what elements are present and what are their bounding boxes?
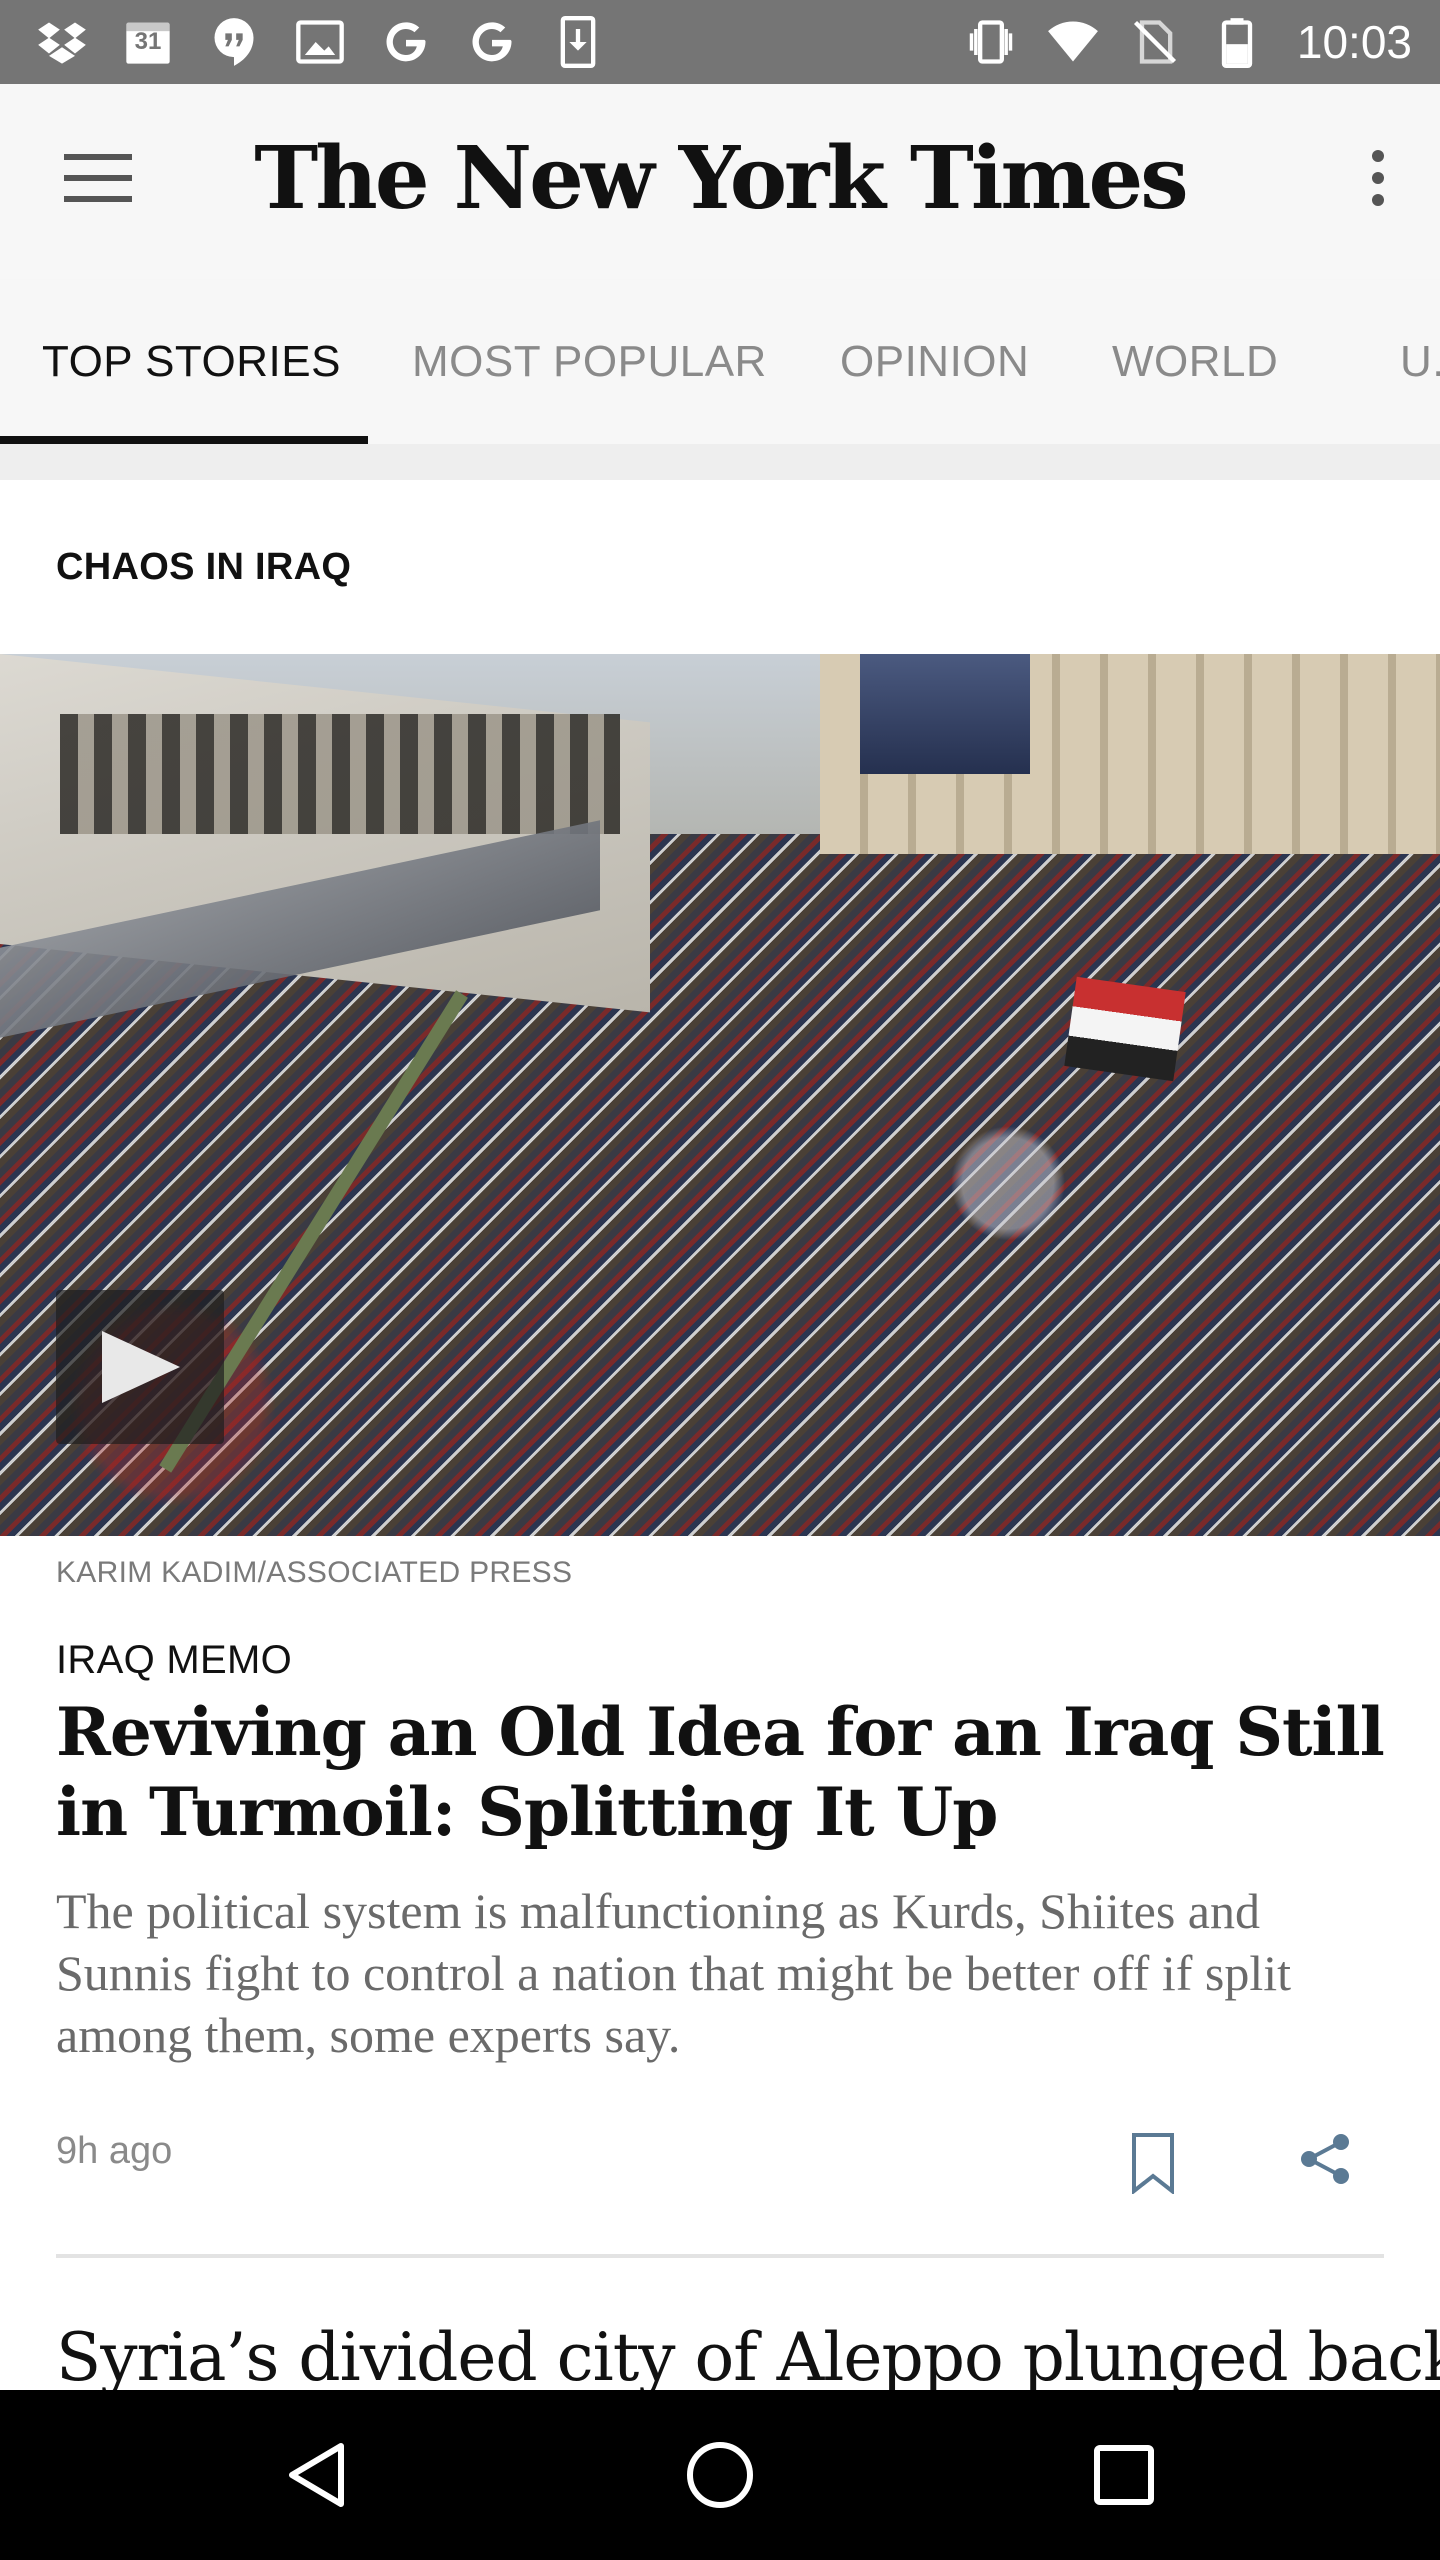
tab-us[interactable]: U. — [1400, 280, 1440, 444]
status-bar: 31 10:03 — [0, 0, 1440, 84]
tab-world[interactable]: WORLD — [1112, 280, 1278, 444]
google-icon — [464, 14, 520, 70]
image-icon — [292, 14, 348, 70]
no-sim-icon — [1127, 14, 1183, 70]
photo-relief — [60, 714, 620, 834]
article-kicker: IRAQ MEMO — [56, 1638, 293, 1682]
system-icons: 10:03 — [963, 0, 1412, 84]
article-summary[interactable]: The political system is malfunctioning a… — [56, 1880, 1396, 2066]
article-divider — [56, 2254, 1384, 2258]
notification-icons: 31 — [34, 0, 606, 84]
wifi-icon — [1045, 14, 1101, 70]
dropbox-icon — [34, 14, 90, 70]
section-label: CHAOS IN IRAQ — [56, 546, 352, 588]
next-article-headline[interactable]: Syria’s divided city of Aleppo plunged b… — [56, 2318, 1440, 2390]
article-feed[interactable]: CHAOS IN IRAQ KARIM KADIM/ASSOCIATED PRE… — [0, 480, 1440, 2390]
app-bar: The New York Times — [0, 84, 1440, 280]
article-photo[interactable] — [0, 654, 1440, 1536]
article-timestamp: 9h ago — [56, 2130, 173, 2172]
calendar-day: 31 — [134, 28, 162, 55]
download-icon — [550, 14, 606, 70]
home-circle-icon[interactable] — [650, 2390, 790, 2560]
nyt-logo: The New York Times — [254, 128, 1188, 229]
recents-square-icon[interactable] — [1054, 2390, 1194, 2560]
more-vert-icon[interactable] — [1346, 138, 1410, 218]
photo-flag — [1064, 976, 1186, 1082]
video-play-button[interactable] — [56, 1290, 224, 1444]
article-headline[interactable]: Reviving an Old Idea for an Iraq Still i… — [56, 1692, 1396, 1852]
tab-most-popular[interactable]: MOST POPULAR — [412, 280, 767, 444]
play-icon — [102, 1331, 180, 1403]
share-icon[interactable] — [1290, 2124, 1360, 2194]
back-triangle-icon[interactable] — [246, 2390, 386, 2560]
hangouts-icon — [206, 14, 262, 70]
photo-billboard — [860, 654, 1030, 774]
photo-credit: KARIM KADIM/ASSOCIATED PRESS — [56, 1556, 573, 1589]
tab-shadow-gap — [0, 444, 1440, 480]
calendar-icon: 31 — [120, 14, 176, 70]
clock: 10:03 — [1296, 16, 1412, 68]
google-icon — [378, 14, 434, 70]
tab-top-stories[interactable]: TOP STORIES — [42, 280, 341, 444]
battery-icon — [1209, 14, 1265, 70]
tab-opinion[interactable]: OPINION — [840, 280, 1029, 444]
section-tabs: TOP STORIES MOST POPULAR OPINION WORLD U… — [0, 280, 1440, 444]
vibrate-icon — [963, 14, 1019, 70]
active-tab-indicator — [0, 436, 368, 444]
bookmark-icon[interactable] — [1126, 2128, 1180, 2198]
system-nav-bar — [0, 2390, 1440, 2560]
